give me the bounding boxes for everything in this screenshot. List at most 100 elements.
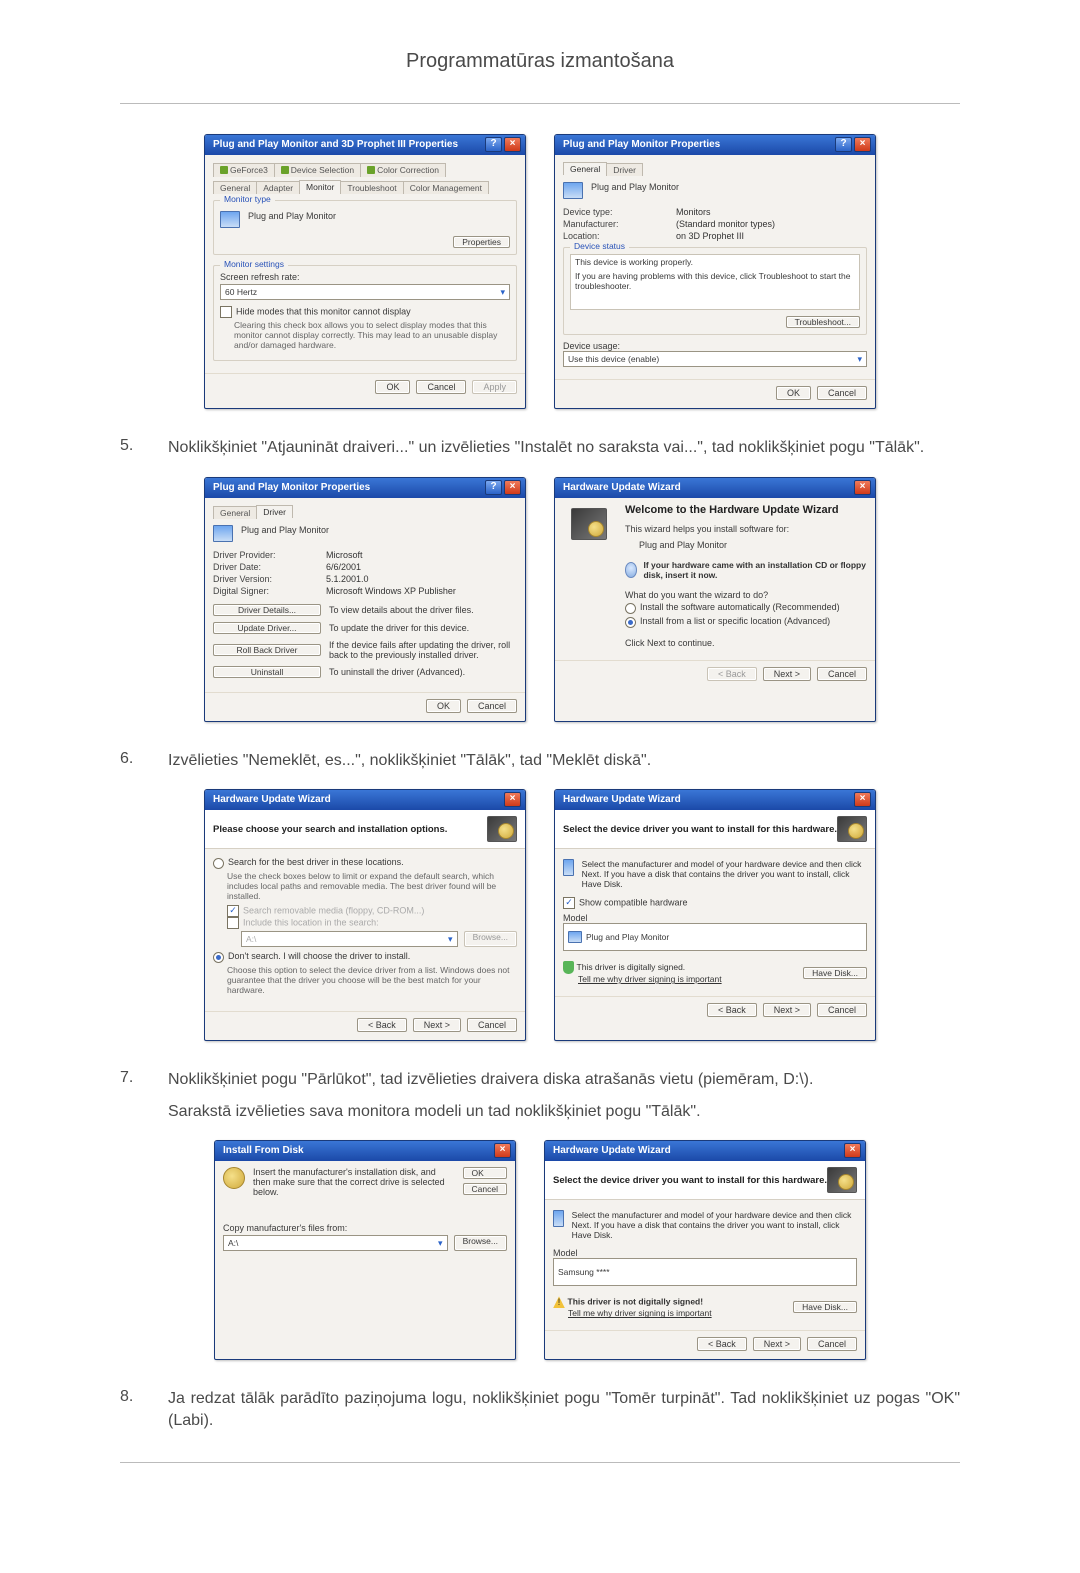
browse-button[interactable]: Browse... — [464, 931, 517, 947]
signing-link[interactable]: Tell me why driver signing is important — [568, 1308, 712, 1318]
next-button[interactable]: Next > — [753, 1337, 801, 1351]
ok-button[interactable]: OK — [375, 380, 410, 394]
desc-uninstall: To uninstall the driver (Advanced). — [329, 667, 517, 677]
tab-troubleshoot[interactable]: Troubleshoot — [340, 181, 403, 194]
tab-monitor[interactable]: Monitor — [299, 180, 341, 193]
step-number: 6. — [120, 750, 168, 768]
titlebar: Hardware Update Wizard × — [555, 790, 875, 810]
close-button[interactable]: × — [854, 480, 871, 495]
chevron-down-icon: ▾ — [500, 287, 505, 298]
model-item: Plug and Play Monitor — [586, 932, 669, 942]
cancel-button[interactable]: Cancel — [463, 1183, 507, 1195]
have-disk-button[interactable]: Have Disk... — [793, 1301, 857, 1313]
device-status-label: Device status — [570, 241, 629, 251]
close-button[interactable]: × — [504, 792, 521, 807]
tab-color-management[interactable]: Color Management — [403, 181, 489, 194]
close-button[interactable]: × — [504, 480, 521, 495]
monitor-icon — [213, 525, 233, 542]
next-button[interactable]: Next > — [763, 667, 811, 681]
chk-media[interactable]: ✓ — [227, 905, 239, 917]
chk-include[interactable] — [227, 917, 239, 929]
tab-general[interactable]: General — [213, 181, 257, 194]
radio-auto[interactable] — [625, 603, 636, 614]
model-label: Model — [553, 1248, 857, 1258]
apply-button[interactable]: Apply — [472, 380, 517, 394]
wizard-helps: This wizard helps you install software f… — [625, 524, 867, 534]
radio-no-search[interactable] — [213, 952, 224, 963]
titlebar: Install From Disk × — [215, 1141, 515, 1161]
lbl-device-type: Device type: — [563, 207, 668, 217]
wizard-device: Plug and Play Monitor — [639, 540, 867, 550]
cancel-button[interactable]: Cancel — [416, 380, 466, 394]
driver-details-button[interactable]: Driver Details... — [213, 604, 321, 616]
back-button[interactable]: < Back — [357, 1018, 407, 1032]
ok-button[interactable]: OK — [463, 1167, 507, 1179]
chk-compat-label: Show compatible hardware — [579, 898, 688, 908]
close-button[interactable]: × — [494, 1143, 511, 1158]
tab-adapter[interactable]: Adapter — [256, 181, 300, 194]
tab-driver[interactable]: Driver — [606, 163, 643, 176]
cancel-button[interactable]: Cancel — [467, 699, 517, 713]
step-text: Noklikšķiniet "Atjaunināt draiveri..." u… — [168, 437, 960, 459]
step-number: 5. — [120, 437, 168, 455]
hide-modes-checkbox[interactable] — [220, 306, 232, 318]
titlebar: Hardware Update Wizard × — [545, 1141, 865, 1161]
cancel-button[interactable]: Cancel — [817, 1003, 867, 1017]
model-item: Samsung **** — [558, 1267, 610, 1277]
close-button[interactable]: × — [854, 792, 871, 807]
tab-color-correction[interactable]: Color Correction — [360, 163, 446, 177]
signing-link[interactable]: Tell me why driver signing is important — [578, 974, 722, 984]
help-button[interactable]: ? — [835, 137, 852, 152]
close-button[interactable]: × — [844, 1143, 861, 1158]
next-button[interactable]: Next > — [413, 1018, 461, 1032]
device-usage-combo[interactable]: Use this device (enable) ▾ — [563, 351, 867, 367]
location-combo[interactable]: A:\ ▾ — [241, 931, 458, 947]
refresh-value: 60 Hertz — [225, 287, 257, 297]
properties-button[interactable]: Properties — [453, 236, 510, 248]
monitor-model: Plug and Play Monitor — [248, 211, 336, 221]
drive-combo[interactable]: A:\ ▾ — [223, 1235, 448, 1251]
browse-button[interactable]: Browse... — [454, 1235, 507, 1251]
cd-icon — [625, 562, 637, 578]
ok-button[interactable]: OK — [426, 699, 461, 713]
uninstall-button[interactable]: Uninstall — [213, 666, 321, 678]
have-disk-button[interactable]: Have Disk... — [803, 967, 867, 979]
back-button[interactable]: < Back — [697, 1337, 747, 1351]
model-list[interactable]: Samsung **** — [553, 1258, 857, 1286]
cancel-button[interactable]: Cancel — [467, 1018, 517, 1032]
cancel-button[interactable]: Cancel — [807, 1337, 857, 1351]
help-button[interactable]: ? — [485, 480, 502, 495]
banner-text: Please choose your search and installati… — [213, 824, 447, 835]
val-date: 6/6/2001 — [326, 562, 517, 572]
back-button[interactable]: < Back — [707, 1003, 757, 1017]
troubleshoot-button[interactable]: Troubleshoot... — [786, 316, 860, 328]
device-name: Plug and Play Monitor — [591, 182, 679, 192]
location-value: A:\ — [246, 934, 256, 944]
model-list[interactable]: Plug and Play Monitor — [563, 923, 867, 951]
step-number: 8. — [120, 1388, 168, 1406]
tab-driver[interactable]: Driver — [256, 505, 293, 518]
tab-geforce[interactable]: GeForce3 — [213, 163, 275, 177]
update-driver-button[interactable]: Update Driver... — [213, 622, 321, 634]
close-button[interactable]: × — [854, 137, 871, 152]
next-button[interactable]: Next > — [763, 1003, 811, 1017]
back-button[interactable]: < Back — [707, 667, 757, 681]
copy-from-label: Copy manufacturer's files from: — [223, 1223, 507, 1233]
dialog-title: Plug and Play Monitor and 3D Prophet III… — [213, 139, 458, 150]
chk-compat[interactable]: ✓ — [563, 897, 575, 909]
tab-device-selection[interactable]: Device Selection — [274, 163, 361, 177]
close-button[interactable]: × — [504, 137, 521, 152]
radio-search[interactable] — [213, 858, 224, 869]
rollback-driver-button[interactable]: Roll Back Driver — [213, 644, 321, 656]
cancel-button[interactable]: Cancel — [817, 667, 867, 681]
step-text: Ja redzat tālāk parādīto paziņojuma logu… — [168, 1388, 960, 1431]
tab-general[interactable]: General — [213, 506, 257, 519]
cancel-button[interactable]: Cancel — [817, 386, 867, 400]
chk-media-label: Search removable media (floppy, CD-ROM..… — [243, 906, 424, 916]
refresh-combo[interactable]: 60 Hertz ▾ — [220, 284, 510, 300]
page-rule-bottom — [120, 1462, 960, 1463]
ok-button[interactable]: OK — [776, 386, 811, 400]
tab-general[interactable]: General — [563, 162, 607, 175]
radio-list[interactable] — [625, 617, 636, 628]
help-button[interactable]: ? — [485, 137, 502, 152]
